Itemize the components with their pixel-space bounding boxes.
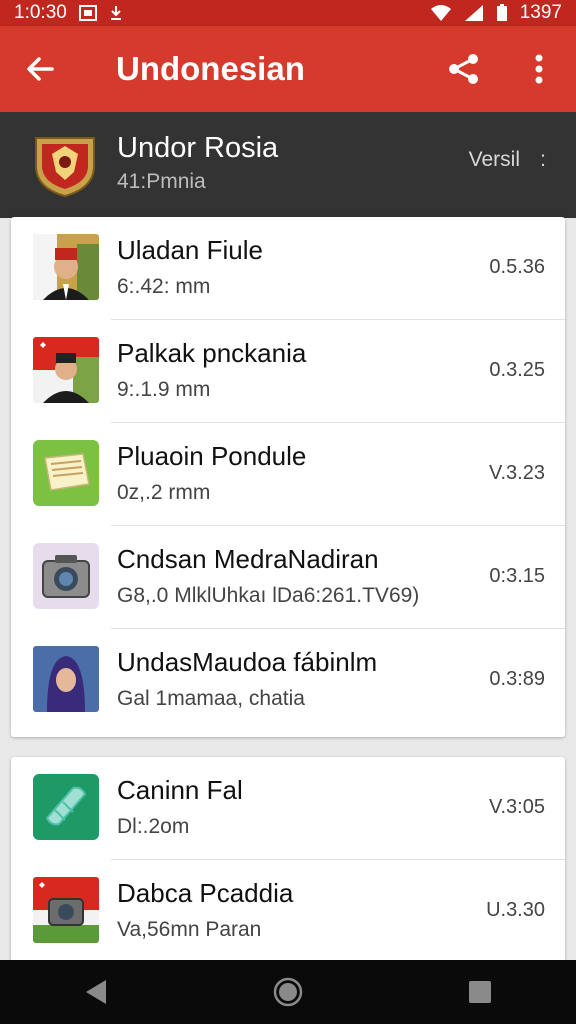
signal-icon xyxy=(464,5,483,21)
camera-flag-icon xyxy=(33,877,99,943)
list-item[interactable]: Dabca Pcaddia Va,56mn Paran U.3.30 xyxy=(11,860,565,963)
item-version: 0.5.36 xyxy=(489,256,545,278)
status-time: 1:0:30 xyxy=(14,2,67,23)
portrait-flag-thumbnail xyxy=(33,337,99,403)
bandage-icon xyxy=(33,774,99,840)
overflow-menu-button[interactable] xyxy=(524,49,554,89)
download-icon xyxy=(110,6,121,20)
battery-icon xyxy=(496,4,507,21)
item-subtitle: G8,.0 MlklUhkaı lDa6:261.TV69) xyxy=(117,584,420,607)
nav-home-button[interactable] xyxy=(258,962,318,1022)
item-version: V.3.23 xyxy=(489,462,545,484)
nav-back-icon xyxy=(86,980,106,1004)
list-item[interactable]: UndasMaudoa fábinlm Gal 1mamaa, chatia 0… xyxy=(11,629,565,732)
nav-recents-icon xyxy=(469,981,491,1003)
item-name: Pluaoin Pondule xyxy=(117,441,307,471)
list-item[interactable]: Caninn Fal Dl:.2om V.3:05 xyxy=(11,757,565,860)
status-clock-right: 1397 xyxy=(519,2,562,23)
item-subtitle: Gal 1mamaa, chatia xyxy=(117,687,305,710)
item-name: UndasMaudoa fábinlm xyxy=(117,647,378,677)
more-vert-icon xyxy=(535,54,543,84)
header-subtitle: 41:Pmnia xyxy=(117,170,206,193)
camera-icon xyxy=(33,543,99,609)
list-item[interactable]: Cndsan MedraNadiran G8,.0 MlklUhkaı lDa6… xyxy=(11,526,565,629)
navigation-bar xyxy=(0,960,576,1024)
app-list-card: Uladan Fiule 6:.42: mm 0.5.36 Palkak pnc… xyxy=(11,217,565,737)
header-title: Undor Rosia xyxy=(117,132,279,164)
back-arrow-icon xyxy=(27,57,54,81)
nav-recents-button[interactable] xyxy=(450,962,510,1022)
share-icon xyxy=(449,54,478,84)
nav-back-button[interactable] xyxy=(66,962,126,1022)
item-version: 0:3.15 xyxy=(489,565,545,587)
item-subtitle: 9:.1.9 mm xyxy=(117,378,211,401)
app-bar: Undonesian xyxy=(0,26,576,112)
nav-home-icon xyxy=(273,977,303,1007)
notification-icon xyxy=(78,5,97,21)
item-version: V.3:05 xyxy=(489,796,545,818)
version-more-icon[interactable]: : xyxy=(540,148,546,172)
list-item[interactable]: Uladan Fiule 6:.42: mm 0.5.36 xyxy=(11,217,565,320)
item-name: Dabca Pcaddia xyxy=(117,878,294,908)
item-version: 0.3:89 xyxy=(489,668,545,690)
header-strip: Undor Rosia 41:Pmnia Versil : xyxy=(0,112,576,218)
notes-icon xyxy=(33,440,99,506)
item-subtitle: 6:.42: mm xyxy=(117,275,211,298)
status-bar: 1:0:30 1397 xyxy=(0,0,576,26)
share-button[interactable] xyxy=(444,49,484,89)
item-subtitle: Dl:.2om xyxy=(117,815,190,838)
item-name: Palkak pnckania xyxy=(117,338,307,368)
item-name: Cndsan MedraNadiran xyxy=(117,544,379,574)
app-list-card-secondary: Caninn Fal Dl:.2om V.3:05 Dabca Pcaddia … xyxy=(11,757,565,967)
version-sort-label[interactable]: Versil xyxy=(469,148,520,172)
back-button[interactable] xyxy=(20,49,60,89)
item-name: Caninn Fal xyxy=(117,775,243,805)
list-item[interactable]: Palkak pnckania 9:.1.9 mm 0.3.25 xyxy=(11,320,565,423)
app-title: Undonesian xyxy=(116,50,305,87)
portrait-red-hat-thumbnail xyxy=(33,234,99,300)
item-version: 0.3.25 xyxy=(489,359,545,381)
portrait-hijab-thumbnail xyxy=(33,646,99,712)
item-name: Uladan Fiule xyxy=(117,235,263,265)
emblem-logo xyxy=(32,132,98,198)
item-subtitle: 0z,.2 rmm xyxy=(117,481,211,504)
item-version: U.3.30 xyxy=(486,899,545,921)
wifi-icon xyxy=(430,5,451,21)
list-item[interactable]: Pluaoin Pondule 0z,.2 rmm V.3.23 xyxy=(11,423,565,526)
item-subtitle: Va,56mn Paran xyxy=(117,918,262,941)
